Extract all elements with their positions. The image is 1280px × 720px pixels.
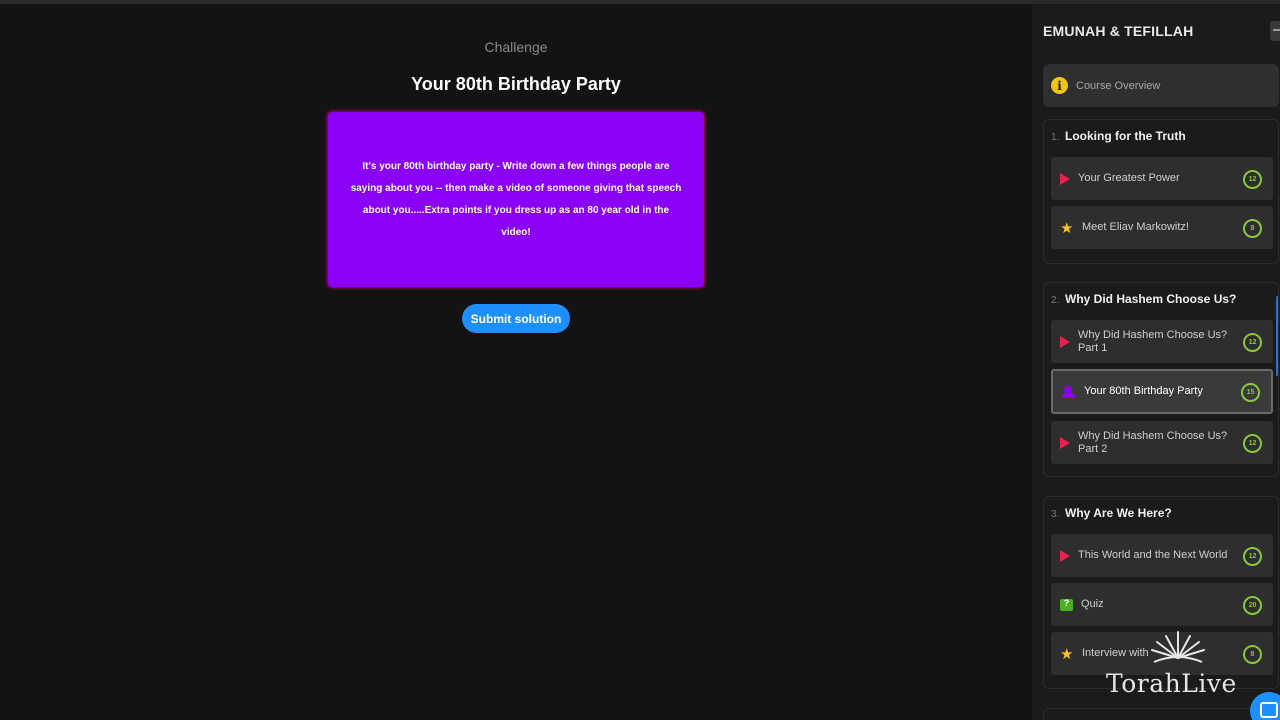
main-content: Challenge Your 80th Birthday Party It's … (0, 4, 1032, 720)
section-number: 2. (1051, 295, 1060, 306)
points-badge: 12 (1243, 433, 1262, 453)
challenge-card: It's your 80th birthday party - Write do… (328, 112, 704, 287)
lesson-item[interactable]: ★ Meet Eliav Markowitz! 8 (1051, 206, 1273, 249)
section-title: Why Did Hashem Choose Us? (1065, 292, 1237, 306)
lesson-item[interactable]: Quiz 20 (1051, 583, 1273, 626)
section-number: 3. (1051, 509, 1060, 520)
collapse-sidebar-button[interactable] (1270, 21, 1280, 41)
star-icon: ★ (1060, 218, 1074, 237)
course-title: EMUNAH & TEFILLAH (1043, 23, 1194, 39)
course-overview-label: Course Overview (1076, 79, 1161, 92)
section-title: Looking for the Truth (1065, 129, 1186, 143)
watermark-text: TorahLive (1106, 669, 1237, 698)
lesson-label: This World and the Next World (1078, 549, 1228, 561)
lesson-label: Your Greatest Power (1078, 172, 1180, 184)
quiz-icon (1060, 598, 1073, 611)
lesson-item-active[interactable]: Your 80th Birthday Party 15 (1051, 369, 1273, 414)
points-badge: 20 (1243, 595, 1262, 615)
section-title: Why Are We Here? (1065, 506, 1172, 520)
course-sidebar: EMUNAH & TEFILLAH i Course Overview 1. L… (1032, 4, 1280, 720)
section-4 (1043, 708, 1279, 720)
lesson-label: Why Did Hashem Choose Us? Part 2 (1078, 429, 1228, 455)
play-icon (1060, 172, 1070, 185)
section-header[interactable]: 3. Why Are We Here? (1051, 506, 1172, 520)
play-icon (1060, 335, 1070, 348)
points-badge: 15 (1241, 382, 1260, 402)
points-badge: 8 (1243, 218, 1262, 238)
lesson-label: Quiz (1081, 598, 1104, 610)
challenge-label: Challenge (484, 39, 548, 55)
star-icon: ★ (1060, 644, 1074, 663)
lesson-item[interactable]: Your Greatest Power 12 (1051, 157, 1273, 200)
lesson-item[interactable]: Why Did Hashem Choose Us? Part 1 12 (1051, 320, 1273, 363)
points-badge: 12 (1243, 546, 1262, 566)
torahlive-watermark: TorahLive (1106, 628, 1251, 698)
challenge-icon (1062, 385, 1076, 398)
section-header[interactable]: 1. Looking for the Truth (1051, 129, 1186, 143)
points-badge: 12 (1243, 169, 1262, 189)
submit-solution-button[interactable]: Submit solution (462, 304, 570, 333)
play-icon (1060, 549, 1070, 562)
lesson-item[interactable]: This World and the Next World 12 (1051, 534, 1273, 577)
lesson-label: Why Did Hashem Choose Us? Part 1 (1078, 328, 1228, 354)
lesson-item[interactable]: Why Did Hashem Choose Us? Part 2 12 (1051, 421, 1273, 464)
course-overview-item[interactable]: i Course Overview (1043, 64, 1279, 107)
info-icon: i (1051, 77, 1068, 94)
challenge-title: Your 80th Birthday Party (411, 74, 621, 94)
play-icon (1060, 436, 1070, 449)
section-1: 1. Looking for the Truth Your Greatest P… (1043, 119, 1279, 264)
section-2: 2. Why Did Hashem Choose Us? Why Did Has… (1043, 282, 1279, 477)
lesson-label: Meet Eliav Markowitz! (1082, 221, 1189, 233)
points-badge: 12 (1243, 332, 1262, 352)
lesson-label: Your 80th Birthday Party (1084, 385, 1203, 397)
section-number: 1. (1051, 132, 1060, 143)
section-header[interactable]: 2. Why Did Hashem Choose Us? (1051, 292, 1236, 306)
challenge-description: It's your 80th birthday party - Write do… (350, 160, 682, 238)
